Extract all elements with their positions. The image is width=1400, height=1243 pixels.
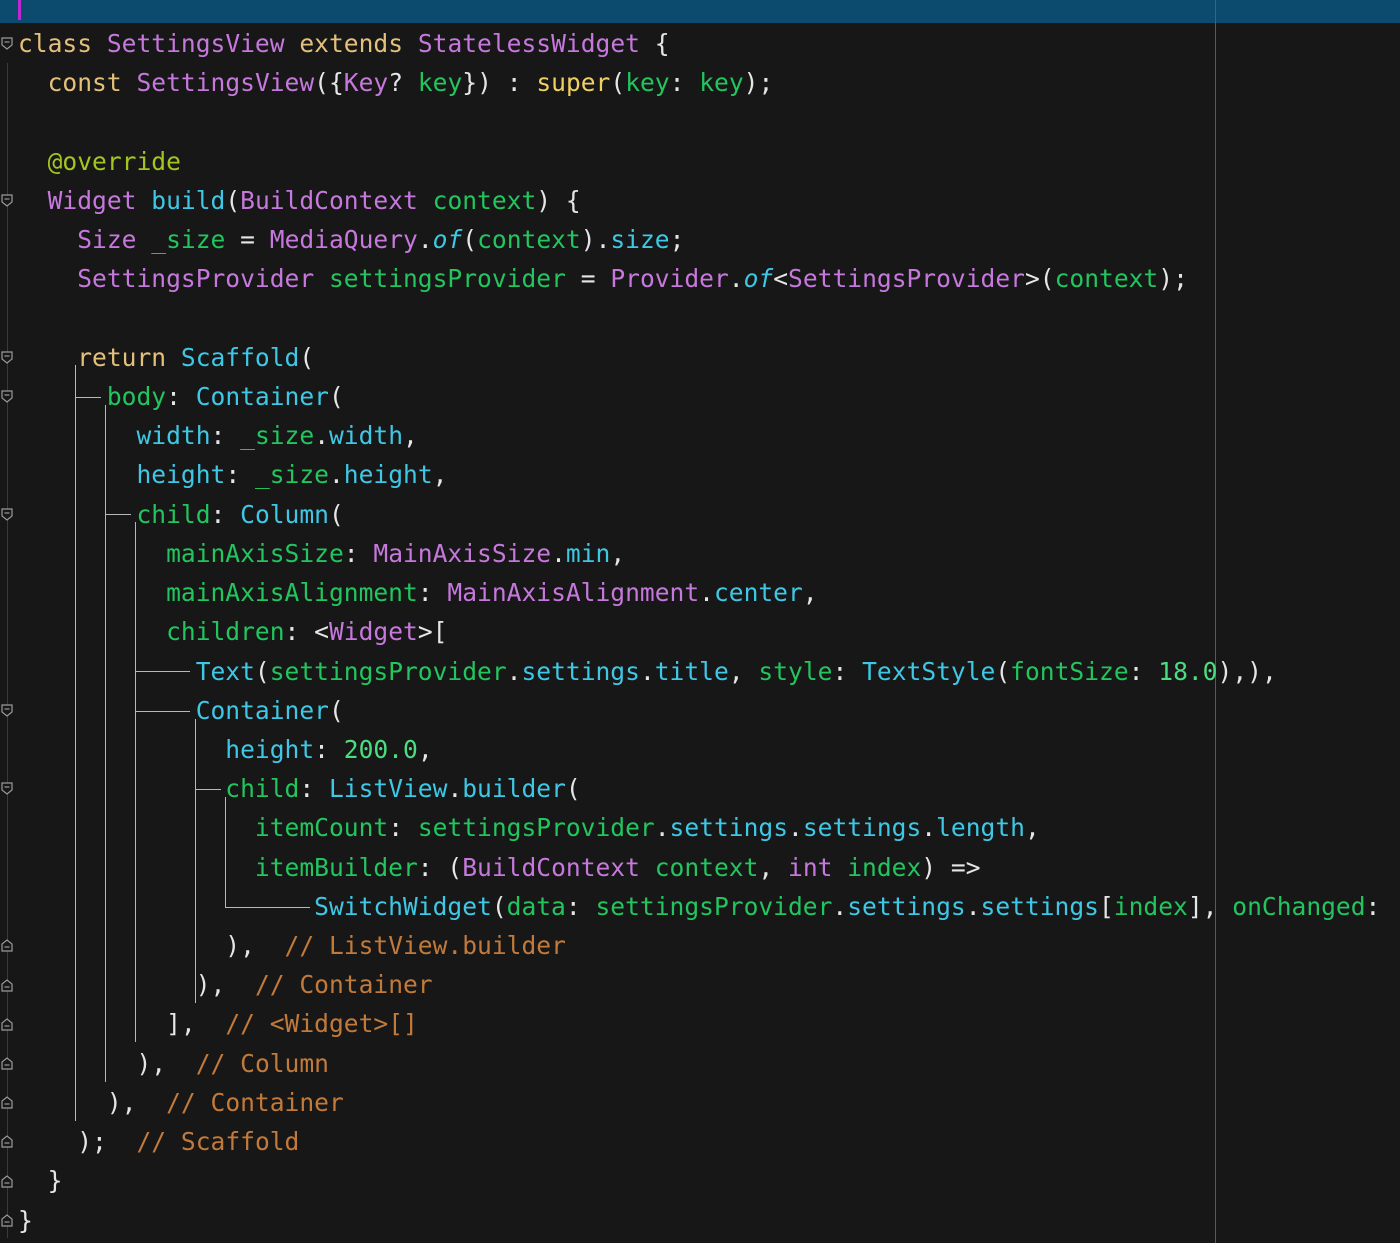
tree-guide-branch: [225, 906, 310, 908]
code-line[interactable]: ], // <Widget>[]: [0, 1004, 1400, 1043]
tree-guide-line: [105, 404, 106, 1082]
code-line[interactable]: Size _size = MediaQuery.of(context).size…: [0, 220, 1400, 259]
code-line[interactable]: Container(: [0, 691, 1400, 730]
code-line[interactable]: [0, 102, 1400, 141]
code-line[interactable]: }: [0, 1161, 1400, 1200]
code-line[interactable]: mainAxisAlignment: MainAxisAlignment.cen…: [0, 573, 1400, 612]
code-line[interactable]: body: Container(: [0, 377, 1400, 416]
editor-top-bar: [0, 0, 1400, 23]
code-line[interactable]: height: 200.0,: [0, 730, 1400, 769]
tree-guide-line: [195, 718, 196, 1004]
code-editor[interactable]: class SettingsView extends StatelessWidg…: [0, 0, 1400, 1243]
code-line[interactable]: const SettingsView({Key? key}) : super(k…: [0, 63, 1400, 102]
code-line[interactable]: class SettingsView extends StatelessWidg…: [0, 24, 1400, 63]
code-line[interactable]: height: _size.height,: [0, 455, 1400, 494]
code-area[interactable]: class SettingsView extends StatelessWidg…: [0, 24, 1400, 1240]
code-line[interactable]: ), // Column: [0, 1044, 1400, 1083]
code-line[interactable]: ), // ListView.builder: [0, 926, 1400, 965]
tree-guide-branch: [195, 788, 221, 790]
code-line[interactable]: ); // Scaffold: [0, 1122, 1400, 1161]
code-line[interactable]: }: [0, 1201, 1400, 1240]
code-line[interactable]: mainAxisSize: MainAxisSize.min,: [0, 534, 1400, 573]
code-line[interactable]: ), // Container: [0, 965, 1400, 1004]
code-line[interactable]: child: Column(: [0, 495, 1400, 534]
code-line[interactable]: children: <Widget>[: [0, 612, 1400, 651]
code-line[interactable]: return Scaffold(: [0, 338, 1400, 377]
tree-guide-line: [225, 796, 226, 907]
code-line[interactable]: [0, 299, 1400, 338]
code-line[interactable]: width: _size.width,: [0, 416, 1400, 455]
text-cursor: [18, 0, 21, 20]
code-line[interactable]: ), // Container: [0, 1083, 1400, 1122]
code-line[interactable]: itemCount: settingsProvider.settings.set…: [0, 808, 1400, 847]
tree-guide-line: [75, 365, 76, 1121]
code-line[interactable]: Widget build(BuildContext context) {: [0, 181, 1400, 220]
tree-guide-branch: [75, 396, 101, 398]
tree-guide-branch: [135, 671, 190, 673]
code-line[interactable]: SwitchWidget(data: settingsProvider.sett…: [0, 887, 1400, 926]
tree-guide-branch: [105, 514, 131, 516]
code-line[interactable]: SettingsProvider settingsProvider = Prov…: [0, 259, 1400, 298]
tree-guide-line: [135, 522, 136, 1043]
code-line[interactable]: Text(settingsProvider.settings.title, st…: [0, 652, 1400, 691]
code-line[interactable]: itemBuilder: (BuildContext context, int …: [0, 848, 1400, 887]
tree-guide-branch: [135, 710, 190, 712]
code-line[interactable]: @override: [0, 142, 1400, 181]
